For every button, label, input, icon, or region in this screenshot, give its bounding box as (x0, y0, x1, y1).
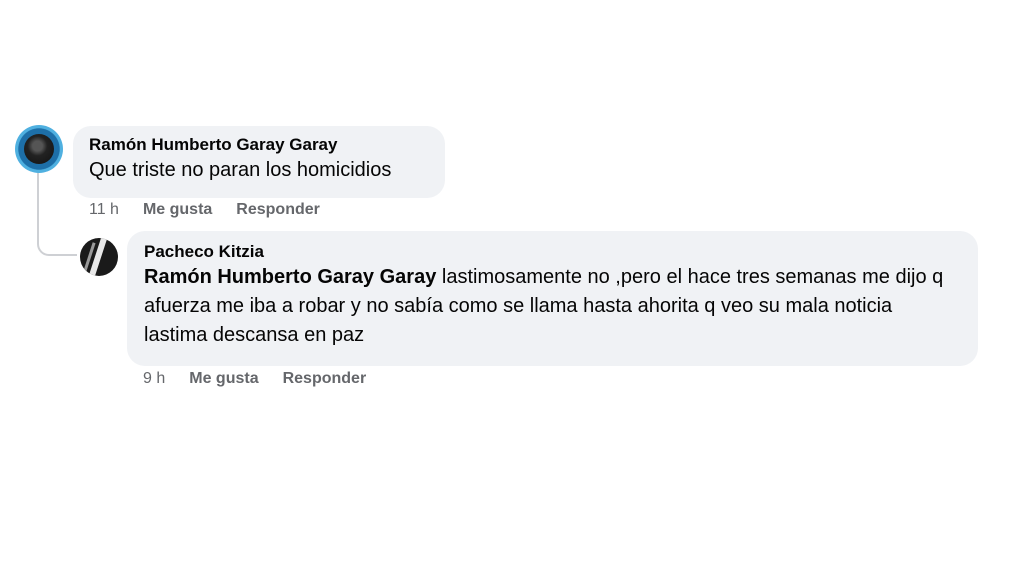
reply-connector (37, 242, 77, 256)
reply-button[interactable]: Responder (283, 370, 367, 388)
thread-connector (37, 172, 39, 244)
like-button[interactable]: Me gusta (189, 370, 258, 388)
comment-actions: 9 h Me gusta Responder (143, 370, 366, 388)
comment-author[interactable]: Ramón Humberto Garay Garay (89, 134, 429, 156)
avatar-photo (24, 134, 54, 164)
comment-timestamp[interactable]: 11 h (89, 201, 119, 219)
comment-text: Que triste no paran los homicidios (89, 159, 392, 181)
comment-author[interactable]: Pacheco Kitzia (144, 241, 961, 263)
comment-timestamp[interactable]: 9 h (143, 370, 165, 388)
reply-bubble: Pacheco Kitzia Ramón Humberto Garay Gara… (127, 231, 978, 366)
comment-bubble: Ramón Humberto Garay Garay Que triste no… (73, 126, 445, 198)
like-button[interactable]: Me gusta (143, 201, 212, 219)
reply-button[interactable]: Responder (236, 201, 320, 219)
mention-link[interactable]: Ramón Humberto Garay Garay (144, 266, 436, 288)
avatar[interactable] (15, 125, 63, 173)
comment-actions: 11 h Me gusta Responder (89, 201, 320, 219)
comment-text: Ramón Humberto Garay Garay lastimosament… (144, 263, 961, 350)
avatar[interactable] (80, 238, 118, 276)
